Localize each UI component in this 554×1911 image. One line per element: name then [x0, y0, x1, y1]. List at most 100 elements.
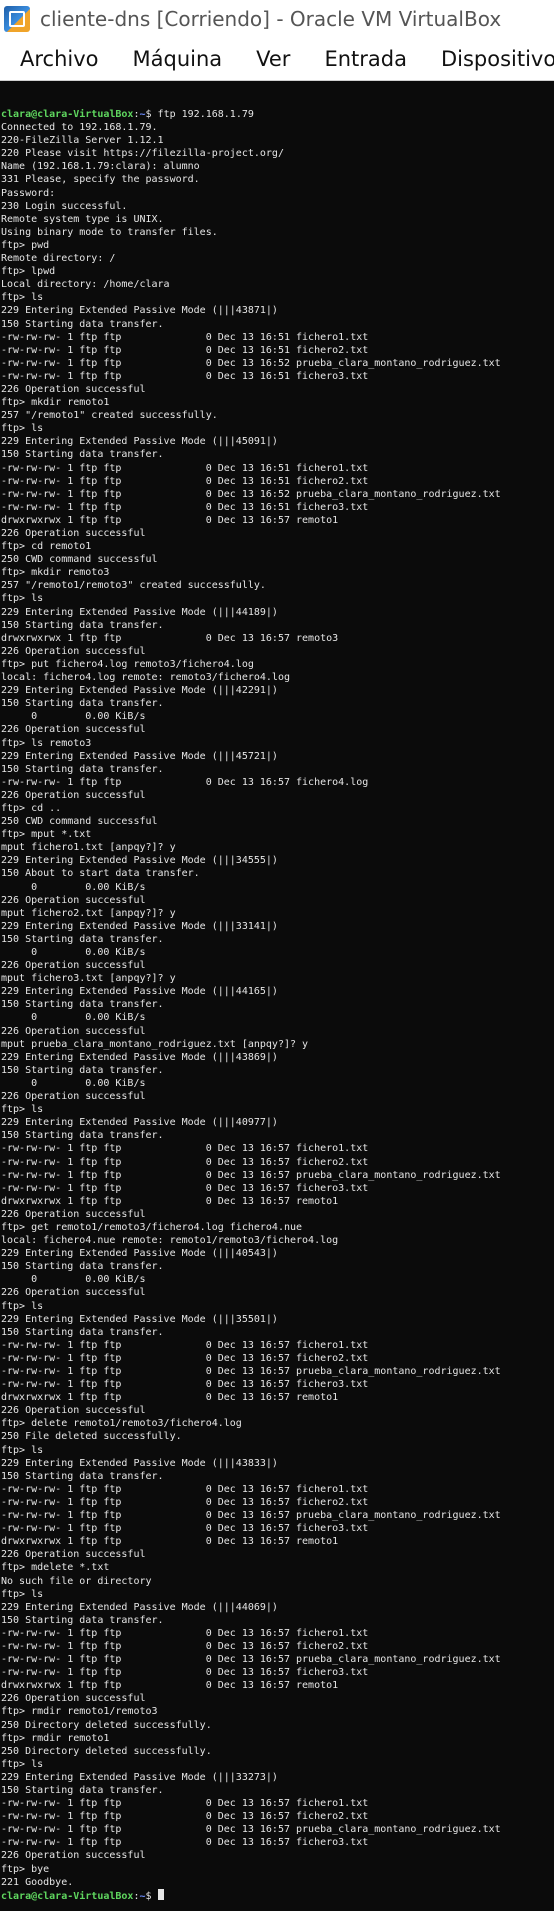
terminal-line: Password:	[1, 187, 56, 199]
terminal-line: 229 Entering Extended Passive Mode (|||3…	[1, 855, 278, 867]
terminal-line: 150 Starting data transfer.	[1, 763, 164, 775]
last-prompt-suffix: $	[145, 1890, 158, 1902]
terminal-line: mput fichero3.txt [anpqy?]? y	[1, 973, 176, 985]
terminal-line: -rw-rw-rw- 1 ftp ftp 0 Dec 13 16:57 prue…	[1, 1169, 501, 1181]
terminal-line: ftp> mdelete *.txt	[1, 1562, 110, 1574]
terminal-line: 150 Starting data transfer.	[1, 619, 164, 631]
terminal-line: 150 Starting data transfer.	[1, 1326, 164, 1338]
terminal-line: ftp> put fichero4.log remoto3/fichero4.l…	[1, 658, 254, 670]
terminal-line: 0 0.00 KiB/s	[1, 947, 146, 958]
terminal-line: 150 Starting data transfer.	[1, 1261, 164, 1273]
terminal-line: Using binary mode to transfer files.	[1, 226, 218, 238]
terminal-line: 257 "/remoto1/remoto3" created successfu…	[1, 580, 266, 592]
terminal-line: 220 Please visit https://filezilla-proje…	[1, 148, 284, 160]
terminal-line: -rw-rw-rw- 1 ftp ftp 0 Dec 13 16:51 fich…	[1, 331, 369, 343]
terminal-line: ftp> ls remoto3	[1, 737, 92, 749]
terminal-line: ftp> delete remoto1/remoto3/fichero4.log	[1, 1418, 242, 1430]
terminal-line: 0 0.00 KiB/s	[1, 1012, 146, 1024]
first-command: $ ftp 192.168.1.79	[145, 109, 254, 120]
terminal-line: 226 Operation successful	[1, 528, 146, 539]
terminal-line: ftp> mkdir remoto3	[1, 567, 110, 579]
terminal-line: 257 "/remoto1" created successfully.	[1, 410, 218, 422]
terminal-line: -rw-rw-rw- 1 ftp ftp 0 Dec 13 16:57 fich…	[1, 1496, 369, 1508]
terminal-line: -rw-rw-rw- 1 ftp ftp 0 Dec 13 16:57 fich…	[1, 1811, 369, 1823]
terminal-line: -rw-rw-rw- 1 ftp ftp 0 Dec 13 16:51 fich…	[1, 462, 369, 474]
terminal-line: Connected to 192.168.1.79.	[1, 122, 158, 134]
terminal-line: ftp> mput *.txt	[1, 829, 92, 841]
terminal-line: -rw-rw-rw- 1 ftp ftp 0 Dec 13 16:57 fich…	[1, 1156, 369, 1168]
terminal-line: 226 Operation successful	[1, 789, 146, 801]
terminal-line: 229 Entering Extended Passive Mode (|||4…	[1, 1248, 278, 1260]
terminal-line: 150 Starting data transfer.	[1, 933, 164, 945]
terminal-line: drwxrwxrwx 1 ftp ftp 0 Dec 13 16:57 remo…	[1, 1536, 339, 1548]
terminal-line: local: fichero4.nue remote: remoto1/remo…	[1, 1235, 339, 1247]
terminal-line: -rw-rw-rw- 1 ftp ftp 0 Dec 13 16:57 fich…	[1, 1627, 369, 1639]
menu-maquina[interactable]: Máquina	[113, 47, 237, 71]
terminal-line: 0 0.00 KiB/s	[1, 881, 146, 893]
terminal-output: clara@clara-VirtualBox:~$ ftp 192.168.1.…	[0, 104, 554, 1902]
terminal-line: mput fichero1.txt [anpqy?]? y	[1, 842, 176, 854]
terminal-line: 150 Starting data transfer.	[1, 318, 164, 330]
terminal-line: 229 Entering Extended Passive Mode (|||3…	[1, 920, 278, 932]
terminal-line: 150 Starting data transfer.	[1, 1614, 164, 1626]
terminal-line: drwxrwxrwx 1 ftp ftp 0 Dec 13 16:57 remo…	[1, 1680, 339, 1692]
terminal-line: 150 Starting data transfer.	[1, 698, 164, 710]
menu-ver[interactable]: Ver	[236, 47, 304, 71]
menu-entrada[interactable]: Entrada	[304, 47, 421, 71]
terminal-line: local: fichero4.log remote: remoto3/fich…	[1, 672, 290, 684]
terminal-line: -rw-rw-rw- 1 ftp ftp 0 Dec 13 16:51 fich…	[1, 370, 369, 382]
terminal-line: 226 Operation successful	[1, 960, 146, 972]
terminal-line: -rw-rw-rw- 1 ftp ftp 0 Dec 13 16:51 fich…	[1, 475, 369, 487]
terminal-line: 226 Operation successful	[1, 894, 146, 906]
terminal-line: 331 Please, specify the password.	[1, 174, 200, 186]
terminal-line: -rw-rw-rw- 1 ftp ftp 0 Dec 13 16:51 fich…	[1, 501, 369, 513]
terminal-line: ftp> get remoto1/remoto3/fichero4.log fi…	[1, 1221, 303, 1233]
terminal-line: 250 File deleted successfully.	[1, 1431, 182, 1443]
terminal-screen[interactable]: clara@clara-VirtualBox:~$ ftp 192.168.1.…	[0, 104, 554, 1911]
terminal-line: 226 Operation successful	[1, 1405, 146, 1417]
terminal-first-prompt-line: clara@clara-VirtualBox:~$ ftp 192.168.1.…	[1, 108, 554, 121]
terminal-line: drwxrwxrwx 1 ftp ftp 0 Dec 13 16:57 remo…	[1, 514, 339, 526]
terminal-line: 229 Entering Extended Passive Mode (|||4…	[1, 436, 278, 448]
terminal-line: 229 Entering Extended Passive Mode (|||4…	[1, 606, 278, 618]
terminal-line: 229 Entering Extended Passive Mode (|||3…	[1, 1313, 278, 1325]
terminal-line: -rw-rw-rw- 1 ftp ftp 0 Dec 13 16:57 fich…	[1, 1352, 369, 1364]
prompt-user: clara@clara-VirtualBox	[1, 1890, 134, 1902]
menu-dispositivos[interactable]: Dispositivos	[421, 47, 554, 71]
terminal-line: 229 Entering Extended Passive Mode (|||4…	[1, 1051, 278, 1063]
terminal-line: Remote directory: /	[1, 253, 116, 265]
terminal-line: -rw-rw-rw- 1 ftp ftp 0 Dec 13 16:57 fich…	[1, 1523, 369, 1535]
terminal-line: -rw-rw-rw- 1 ftp ftp 0 Dec 13 16:52 prue…	[1, 357, 501, 369]
terminal-line: drwxrwxrwx 1 ftp ftp 0 Dec 13 16:57 remo…	[1, 1392, 339, 1404]
terminal-line: 226 Operation successful	[1, 1287, 146, 1299]
terminal-line: ftp> ls	[1, 292, 44, 304]
terminal-line: -rw-rw-rw- 1 ftp ftp 0 Dec 13 16:51 fich…	[1, 344, 369, 356]
terminal-session-lines: Connected to 192.168.1.79. 220-FileZilla …	[1, 121, 554, 1889]
terminal-last-prompt-line: clara@clara-VirtualBox:~$	[1, 1888, 554, 1902]
terminal-line: -rw-rw-rw- 1 ftp ftp 0 Dec 13 16:57 fich…	[1, 1667, 369, 1679]
terminal-line: Local directory: /home/clara	[1, 279, 170, 291]
terminal-line: 221 Goodbye.	[1, 1876, 74, 1888]
terminal-line: ftp> ls	[1, 1444, 44, 1456]
terminal-line: ftp> rmdir remoto1/remoto3	[1, 1706, 158, 1718]
terminal-line: 230 Login successful.	[1, 200, 128, 212]
terminal-line: 150 Starting data transfer.	[1, 1785, 164, 1796]
menu-bar: Archivo Máquina Ver Entrada Dispositivos…	[0, 38, 554, 81]
terminal-line: -rw-rw-rw- 1 ftp ftp 0 Dec 13 16:52 prue…	[1, 488, 501, 500]
terminal-line: ftp> ls	[1, 1758, 44, 1770]
terminal-line: ftp> ls	[1, 593, 44, 605]
terminal-line: -rw-rw-rw- 1 ftp ftp 0 Dec 13 16:57 fich…	[1, 1143, 369, 1155]
terminal-line: -rw-rw-rw- 1 ftp ftp 0 Dec 13 16:57 fich…	[1, 1798, 369, 1810]
terminal-line: -rw-rw-rw- 1 ftp ftp 0 Dec 13 16:57 fich…	[1, 1483, 369, 1495]
terminal-line: ftp> rmdir remoto1	[1, 1732, 110, 1744]
terminal-line: ftp> ls	[1, 1104, 44, 1116]
text-cursor	[157, 1888, 164, 1900]
terminal-line: 150 Starting data transfer.	[1, 1470, 164, 1482]
terminal-line: 250 CWD command successful	[1, 816, 158, 828]
menu-archivo[interactable]: Archivo	[0, 47, 113, 71]
terminal-line: 250 Directory deleted successfully.	[1, 1719, 212, 1731]
terminal-line: ftp> pwd	[1, 239, 50, 251]
terminal-line: drwxrwxrwx 1 ftp ftp 0 Dec 13 16:57 remo…	[1, 632, 339, 644]
terminal-line: -rw-rw-rw- 1 ftp ftp 0 Dec 13 16:57 prue…	[1, 1824, 501, 1836]
terminal-line: ftp> cd ..	[1, 802, 62, 814]
